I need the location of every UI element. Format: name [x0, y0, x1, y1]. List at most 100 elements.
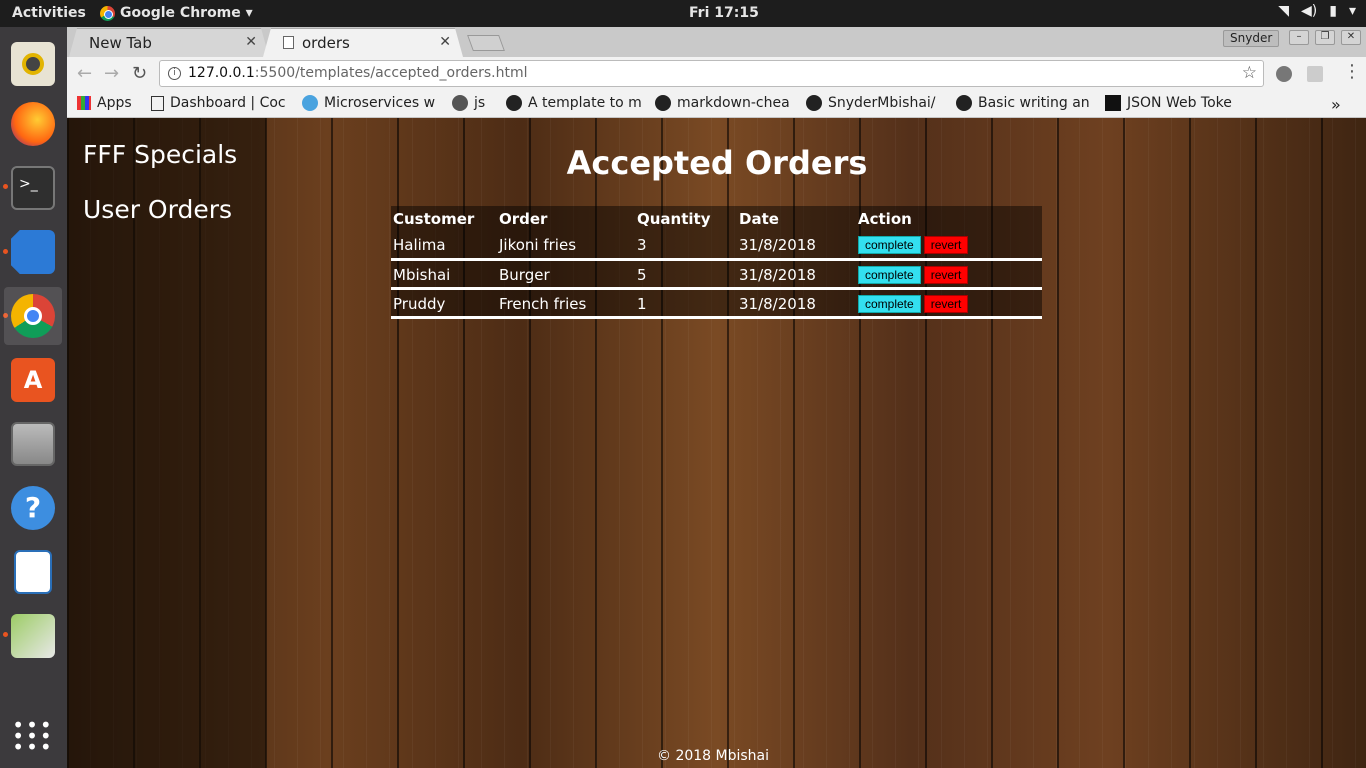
forward-button[interactable]: →: [104, 63, 119, 84]
dock-software-center[interactable]: A: [4, 351, 62, 409]
bookmarks-overflow-button[interactable]: »: [1331, 95, 1341, 114]
github-icon: [655, 95, 671, 111]
new-tab-button[interactable]: [467, 35, 505, 51]
orders-table: Customer Order Quantity Date Action Hali…: [391, 206, 1042, 319]
app-menu[interactable]: Google Chrome ▾: [100, 5, 253, 21]
dock: >_ A ? ••• ••• •••: [0, 27, 67, 768]
revert-button[interactable]: revert: [923, 266, 969, 284]
dock-chrome[interactable]: [4, 287, 62, 345]
menu-icon[interactable]: ⋮: [1343, 61, 1361, 82]
terminal-icon: >_: [11, 166, 55, 210]
complete-button[interactable]: complete: [858, 295, 921, 313]
sidebar-link-user-orders[interactable]: User Orders: [83, 195, 232, 224]
url-path: :5500/templates/accepted_orders.html: [254, 65, 528, 81]
bookmark-label: js: [474, 95, 486, 111]
dock-image-viewer[interactable]: [4, 607, 62, 665]
tab-new-tab[interactable]: New Tab ✕: [69, 28, 269, 57]
bookmark-jwt[interactable]: JSON Web Toke: [1105, 95, 1244, 111]
action-cell: complete revert: [856, 230, 1042, 261]
footer: © 2018 Mbishai: [657, 748, 770, 764]
tab-label: orders: [302, 34, 350, 52]
order-cell: Burger: [497, 259, 635, 290]
bookmark-snydermbishai[interactable]: SnyderMbishai/: [806, 95, 944, 111]
star-icon[interactable]: ☆: [1242, 63, 1257, 83]
document-icon: [14, 550, 52, 594]
customer-cell: Halima: [391, 230, 497, 261]
dock-writer[interactable]: [4, 543, 62, 601]
close-window-button[interactable]: ✕: [1341, 30, 1361, 45]
quantity-cell: 1: [635, 288, 737, 319]
swirl-icon: [452, 95, 468, 111]
vscode-icon: [11, 230, 55, 274]
back-button[interactable]: ←: [77, 63, 92, 84]
extension-icon[interactable]: [1276, 66, 1292, 82]
firefox-icon: [11, 102, 55, 146]
dock-firefox[interactable]: [4, 95, 62, 153]
dock-vscode[interactable]: [4, 223, 62, 281]
globe-icon: [302, 95, 318, 111]
bookmark-label: Basic writing an: [978, 95, 1090, 111]
tab-orders[interactable]: orders ✕: [263, 28, 463, 57]
revert-button[interactable]: revert: [923, 236, 969, 255]
bookmark-js[interactable]: js: [452, 95, 485, 111]
app-menu-label: Google Chrome ▾: [120, 5, 253, 21]
order-cell: French fries: [497, 288, 635, 319]
sidebar-link-fff-specials[interactable]: FFF Specials: [83, 140, 237, 169]
grid-icon: ••• ••• •••: [12, 712, 54, 759]
minimize-button[interactable]: –: [1289, 30, 1309, 45]
column-header-order: Order: [499, 210, 548, 228]
clock[interactable]: Fri 17:15: [689, 5, 759, 21]
chevron-down-icon: ▾: [1348, 3, 1356, 19]
table-row: Halima Jikoni fries 3 31/8/2018 complete…: [391, 230, 1042, 261]
tab-label: New Tab: [89, 34, 152, 52]
tab-strip: New Tab ✕ orders ✕ Snyder – ❐ ✕: [67, 27, 1366, 57]
address-bar[interactable]: i 127.0.0.1:5500/templates/accepted_orde…: [159, 60, 1264, 87]
complete-button[interactable]: complete: [858, 236, 921, 255]
activities-button[interactable]: Activities: [12, 5, 86, 21]
close-icon[interactable]: ✕: [245, 34, 257, 50]
bookmark-label: Apps: [97, 95, 132, 111]
battery-icon: ▮: [1329, 3, 1337, 19]
dock-terminal[interactable]: >_: [4, 159, 62, 217]
jwt-icon: [1105, 95, 1121, 111]
column-header-customer: Customer: [393, 210, 475, 228]
reload-button[interactable]: ↻: [132, 63, 147, 84]
extension-icon[interactable]: [1307, 66, 1323, 82]
page-icon: [151, 95, 164, 111]
browser-window: New Tab ✕ orders ✕ Snyder – ❐ ✕ ← → ↻ i …: [67, 27, 1366, 768]
table-row: Mbishai Burger 5 31/8/2018 complete rever…: [391, 259, 1042, 290]
revert-button[interactable]: revert: [923, 295, 969, 313]
dock-rhythmbox[interactable]: [4, 35, 62, 93]
maximize-button[interactable]: ❐: [1315, 30, 1335, 45]
info-icon[interactable]: i: [168, 67, 181, 80]
date-cell: 31/8/2018: [737, 230, 856, 261]
url-host: 127.0.0.1: [188, 65, 255, 81]
bookmark-label: Microservices w: [324, 95, 436, 111]
dock-files[interactable]: [4, 415, 62, 473]
bookmark-microservices[interactable]: Microservices w: [302, 95, 439, 111]
bookmark-template[interactable]: A template to m: [506, 95, 642, 111]
bookmark-dashboard[interactable]: Dashboard | Coc: [151, 95, 286, 111]
github-icon: [506, 95, 522, 111]
browser-toolbar: ← → ↻ i 127.0.0.1:5500/templates/accepte…: [67, 57, 1366, 91]
page-content: FFF Specials User Orders Accepted Orders…: [67, 118, 1366, 768]
bookmark-label: SnyderMbishai/: [828, 95, 936, 111]
bookmark-basic-writing[interactable]: Basic writing an: [956, 95, 1094, 111]
system-tray[interactable]: ◥ ◀) ▮ ▾: [1278, 3, 1356, 19]
speaker-icon: [11, 42, 55, 86]
show-applications-button[interactable]: ••• ••• •••: [4, 707, 62, 765]
page-title: Accepted Orders: [566, 144, 868, 182]
dock-help[interactable]: ?: [4, 479, 62, 537]
order-cell: Jikoni fries: [497, 230, 635, 261]
bookmark-apps[interactable]: Apps: [77, 95, 132, 111]
bookmark-markdown[interactable]: markdown-chea: [655, 95, 795, 111]
image-viewer-icon: [11, 614, 55, 658]
table-row: Pruddy French fries 1 31/8/2018 complete…: [391, 288, 1042, 319]
complete-button[interactable]: complete: [858, 266, 921, 284]
profile-button[interactable]: Snyder: [1223, 30, 1280, 47]
action-cell: complete revert: [856, 288, 1042, 319]
help-icon: ?: [11, 486, 55, 530]
column-header-date: Date: [739, 210, 779, 228]
quantity-cell: 5: [635, 259, 737, 290]
close-icon[interactable]: ✕: [439, 34, 451, 50]
